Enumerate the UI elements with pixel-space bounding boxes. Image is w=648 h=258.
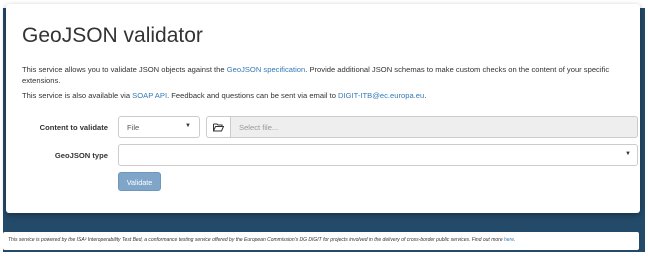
caret-down-icon: ▼ <box>185 123 191 129</box>
geojson-type-label: GeoJSON type <box>54 151 108 160</box>
geojson-type-select[interactable]: ▼ <box>118 144 638 166</box>
email-link[interactable]: DIGIT-ITB@ec.europa.eu <box>338 91 424 100</box>
footer-text: This service is powered by the ISA² Inte… <box>8 237 516 243</box>
validator-panel: GeoJSON validator This service allows yo… <box>6 4 640 213</box>
browse-file-button[interactable] <box>206 116 230 138</box>
service-description: This service allows you to validate JSON… <box>22 65 610 85</box>
validate-button[interactable]: Validate <box>118 172 161 191</box>
service-availability: This service is also available via SOAP … <box>22 91 427 100</box>
footer: This service is powered by the ISA² Inte… <box>3 232 639 250</box>
page-title: GeoJSON validator <box>22 24 203 47</box>
folder-open-icon <box>213 123 224 132</box>
file-input[interactable]: Select file... <box>230 116 638 138</box>
content-type-value: File <box>127 123 140 132</box>
content-to-validate-label: Content to validate <box>39 123 108 132</box>
find-out-more-link[interactable]: here <box>504 237 514 243</box>
soap-api-link[interactable]: SOAP API <box>132 91 167 100</box>
content-type-select[interactable]: File ▼ <box>118 116 200 138</box>
caret-down-icon: ▼ <box>625 151 631 157</box>
geojson-spec-link[interactable]: GeoJSON specification <box>227 65 306 74</box>
